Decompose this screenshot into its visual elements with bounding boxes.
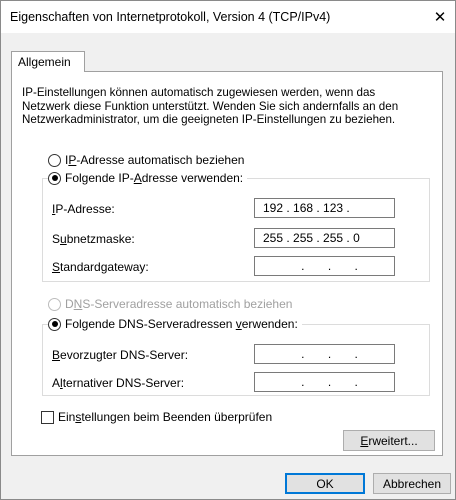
advanced-button[interactable]: Erweitert... — [343, 430, 435, 451]
tab-allgemein[interactable]: Allgemein — [11, 51, 85, 72]
default-gateway-label: Standardgateway: — [52, 260, 149, 274]
radio-indicator — [48, 317, 61, 331]
ip-manual-label: Folgende IP-Adresse verwenden: — [65, 171, 244, 185]
subnet-mask-input[interactable]: 255 . 255 . 255 . 0 — [254, 228, 395, 248]
ip-auto-label: IP-Adresse automatisch beziehen — [65, 153, 245, 167]
radio-indicator — [48, 297, 61, 311]
tab-panel-allgemein: IP-Einstellungen können automatisch zuge… — [11, 71, 443, 456]
checkbox-indicator — [41, 410, 54, 424]
alternate-dns-input[interactable]: . . . — [254, 372, 395, 392]
radio-indicator — [48, 153, 61, 167]
dialog-window: Eigenschaften von Internetprotokoll, Ver… — [0, 0, 456, 500]
preferred-dns-label: Bevorzugter DNS-Server: — [52, 348, 189, 362]
default-gateway-input[interactable]: . . . — [254, 256, 395, 276]
dns-manual-label: Folgende DNS-Serveradressen verwenden: — [65, 317, 298, 331]
cancel-button[interactable]: Abbrechen — [373, 473, 451, 494]
subnet-mask-label: Subnetzmaske: — [52, 232, 135, 246]
tab-label: Allgemein — [18, 55, 71, 69]
ok-button[interactable]: OK — [285, 473, 365, 494]
dns-auto-label: DNS-Serveradresse automatisch beziehen — [65, 297, 293, 311]
title-bar: Eigenschaften von Internetprotokoll, Ver… — [1, 1, 455, 33]
dns-manual-radio[interactable]: Folgende DNS-Serveradressen verwenden: — [48, 316, 302, 332]
dns-auto-radio[interactable]: DNS-Serveradresse automatisch beziehen — [48, 296, 292, 312]
ip-auto-radio[interactable]: IP-Adresse automatisch beziehen — [48, 152, 244, 168]
radio-indicator — [48, 171, 61, 185]
ip-address-input[interactable]: 192 . 168 . 123 . — [254, 198, 395, 218]
ip-address-label: IP-Adresse: — [52, 202, 115, 216]
alternate-dns-label: Alternativer DNS-Server: — [52, 376, 185, 390]
validate-on-exit-checkbox[interactable]: Einstellungen beim Beenden überprüfen — [41, 410, 272, 424]
validate-on-exit-label: Einstellungen beim Beenden überprüfen — [58, 410, 273, 424]
preferred-dns-input[interactable]: . . . — [254, 344, 395, 364]
close-icon[interactable]: ✕ — [425, 1, 455, 33]
intro-text: IP-Einstellungen können automatisch zuge… — [22, 86, 399, 126]
ip-manual-radio[interactable]: Folgende IP-Adresse verwenden: — [48, 170, 248, 186]
window-title: Eigenschaften von Internetprotokoll, Ver… — [10, 10, 331, 24]
